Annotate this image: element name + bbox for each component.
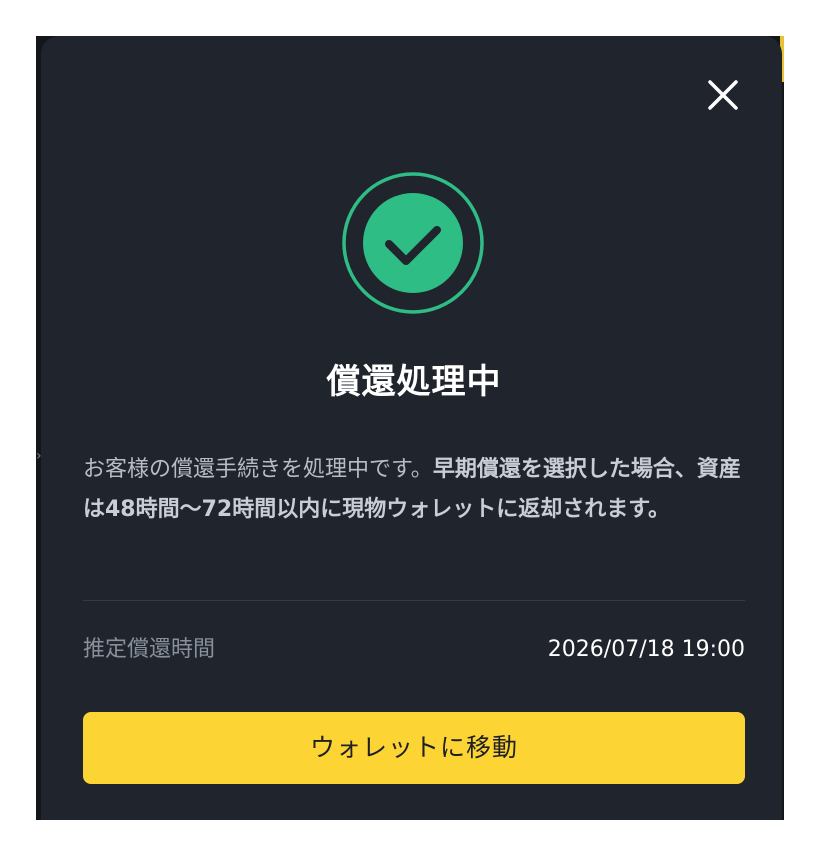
description-regular: お客様の償還手続きを処理中です。 (83, 457, 433, 482)
estimated-time-label: 推定償還時間 (83, 637, 216, 662)
go-to-wallet-button[interactable]: ウォレットに移動 (83, 712, 745, 784)
redemption-modal (41, 36, 782, 820)
check-circle-icon (342, 172, 484, 314)
close-icon (708, 80, 738, 110)
modal-title: 償還処理中 (326, 362, 502, 402)
modal-description: お客様の償還手続きを処理中です。早期償還を選択した場合、資産は48時間〜72時間… (83, 450, 745, 530)
close-button[interactable] (700, 72, 746, 118)
divider (83, 600, 745, 601)
estimated-time-value: 2026/07/18 19:00 (547, 637, 745, 662)
